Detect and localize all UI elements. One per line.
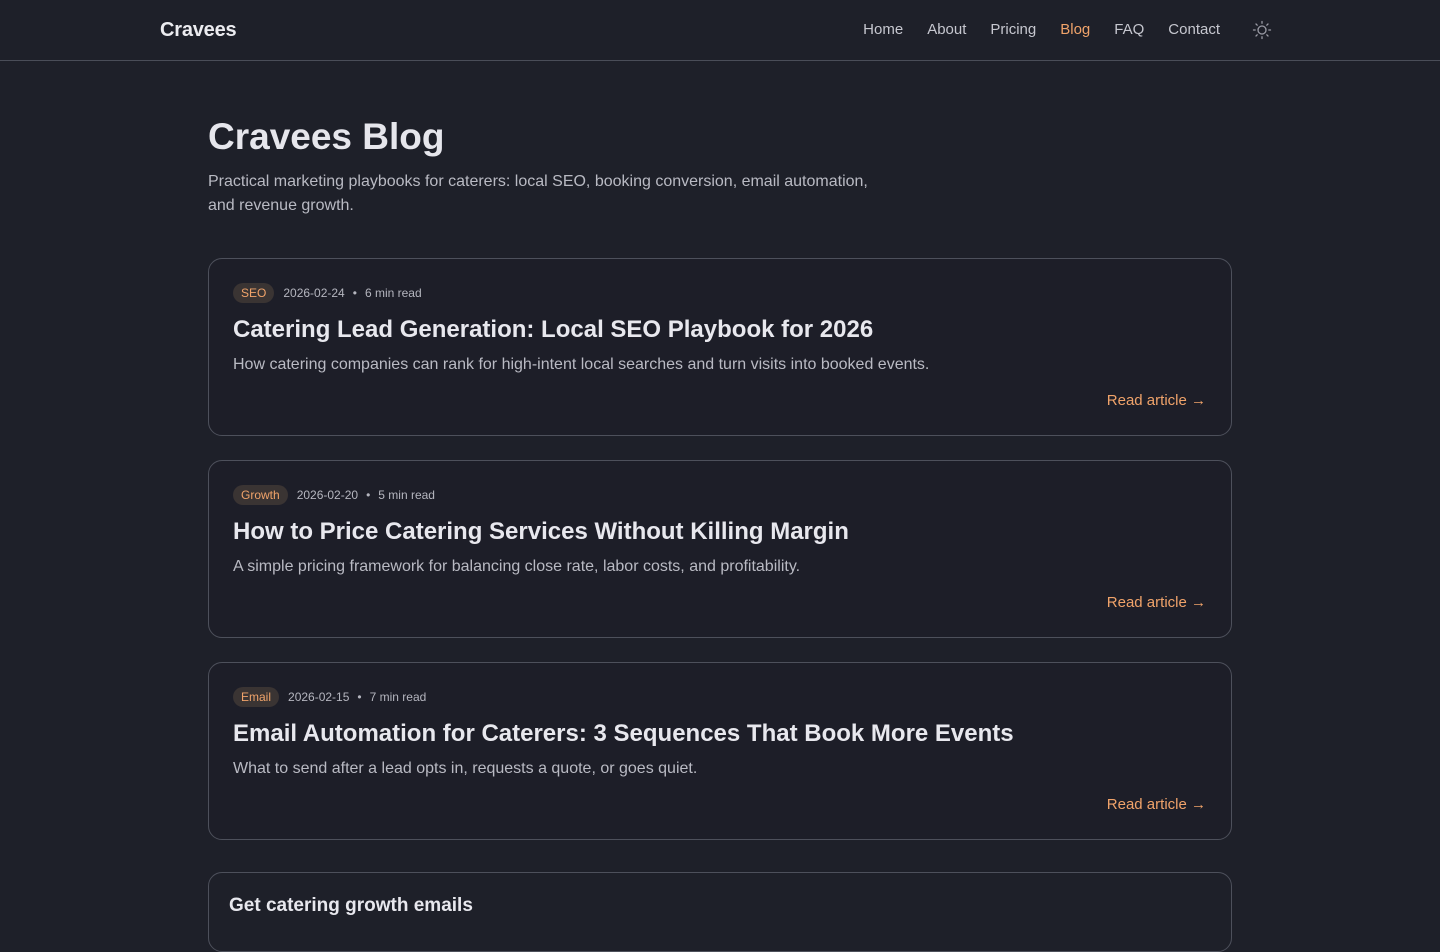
post-excerpt: What to send after a lead opts in, reque… [233, 760, 698, 777]
read-article-link[interactable]: Read article → [1107, 796, 1206, 813]
post-title[interactable]: How to Price Catering Services Without K… [233, 517, 1207, 547]
post-title[interactable]: Catering Lead Generation: Local SEO Play… [233, 315, 1207, 345]
post-date: 2026-02-15 [288, 690, 350, 704]
post-meta: Growth 2026-02-20 • 5 min read [233, 485, 1207, 505]
brand-logo[interactable]: Cravees [160, 19, 237, 42]
nav-link-contact[interactable]: Contact [1168, 21, 1220, 38]
signup-title: Get catering growth emails [229, 895, 473, 916]
sun-icon [1252, 20, 1272, 40]
meta-separator: • [357, 690, 362, 704]
post-list: SEO 2026-02-24 • 6 min read Catering Lea… [208, 258, 1232, 840]
post-card: SEO 2026-02-24 • 6 min read Catering Lea… [208, 258, 1232, 436]
post-read-time: 7 min read [369, 690, 427, 704]
nav-link-blog[interactable]: Blog [1060, 21, 1090, 38]
post-tag[interactable]: Growth [233, 485, 288, 505]
theme-toggle-button[interactable] [1252, 20, 1272, 40]
post-excerpt: How catering companies can rank for high… [233, 356, 930, 373]
meta-separator: • [352, 286, 357, 300]
newsletter-signup: Get catering growth emails [208, 872, 1232, 952]
read-article-link[interactable]: Read article → [1107, 392, 1206, 409]
post-date: 2026-02-24 [283, 286, 345, 300]
nav-link-faq[interactable]: FAQ [1114, 21, 1144, 38]
read-article-link[interactable]: Read article → [1107, 594, 1206, 611]
nav-link-about[interactable]: About [927, 21, 966, 38]
post-title[interactable]: Email Automation for Caterers: 3 Sequenc… [233, 719, 1207, 749]
main-nav: Home About Pricing Blog FAQ Contact [863, 21, 1220, 38]
post-meta: SEO 2026-02-24 • 6 min read [233, 283, 1207, 303]
nav-link-home[interactable]: Home [863, 21, 903, 38]
post-tag[interactable]: SEO [233, 283, 275, 303]
nav-link-pricing[interactable]: Pricing [990, 21, 1036, 38]
post-date: 2026-02-20 [296, 488, 359, 502]
meta-separator: • [366, 488, 371, 502]
post-excerpt: A simple pricing framework for balancing… [233, 558, 801, 575]
post-tag[interactable]: Email [233, 687, 280, 707]
top-navigation-bar: Cravees Home About Pricing Blog FAQ Cont… [0, 0, 1440, 61]
page-title: Cravees Blog [208, 116, 445, 157]
post-card: Growth 2026-02-20 • 5 min read How to Pr… [208, 460, 1232, 638]
post-meta: Email 2026-02-15 • 7 min read [233, 687, 1207, 707]
post-card: Email 2026-02-15 • 7 min read Email Auto… [208, 662, 1232, 840]
blog-main: Cravees Blog Practical marketing playboo… [208, 61, 1232, 952]
page-subtitle: Practical marketing playbooks for catere… [208, 173, 868, 214]
post-read-time: 5 min read [378, 488, 435, 502]
post-read-time: 6 min read [364, 286, 422, 300]
